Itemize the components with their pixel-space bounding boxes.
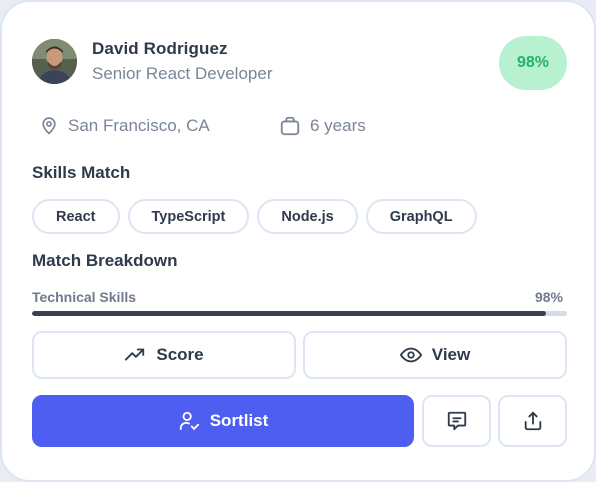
breakdown-progress-bar bbox=[32, 311, 567, 316]
skill-chip: TypeScript bbox=[127, 199, 250, 234]
skill-chip: React bbox=[32, 199, 120, 234]
breakdown-section-title: Match Breakdown bbox=[32, 251, 178, 270]
skill-chip: Node.js bbox=[257, 199, 358, 234]
score-button-label: Score bbox=[156, 345, 204, 364]
comment-button[interactable] bbox=[422, 395, 491, 447]
user-check-icon bbox=[179, 411, 199, 431]
sortlist-button-label: Sortlist bbox=[209, 411, 269, 430]
message-square-icon bbox=[447, 411, 466, 431]
candidate-title: Senior React Developer bbox=[92, 64, 273, 83]
breakdown-item-value: 98% bbox=[534, 289, 563, 305]
eye-icon bbox=[399, 347, 422, 363]
view-button[interactable]: View bbox=[303, 331, 567, 379]
skills-section-title: Skills Match bbox=[32, 163, 131, 182]
breakdown-item-label: Technical Skills bbox=[32, 289, 137, 305]
trending-up-icon bbox=[125, 348, 145, 361]
sortlist-button[interactable]: Sortlist bbox=[32, 395, 414, 447]
location-text: San Francisco, CA bbox=[68, 116, 210, 135]
avatar bbox=[32, 39, 77, 84]
share-icon bbox=[524, 411, 541, 431]
candidate-card: David Rodriguez Senior React Developer 9… bbox=[0, 0, 596, 482]
match-score-badge: 98% bbox=[499, 36, 567, 90]
skills-list: React TypeScript Node.js GraphQL bbox=[32, 199, 477, 234]
score-button[interactable]: Score bbox=[32, 331, 296, 379]
briefcase-icon bbox=[280, 116, 300, 136]
view-button-label: View bbox=[431, 345, 471, 364]
share-button[interactable] bbox=[498, 395, 567, 447]
location-info: San Francisco, CA bbox=[39, 114, 210, 138]
skill-chip: GraphQL bbox=[365, 199, 477, 234]
candidate-name: David Rodriguez bbox=[92, 39, 228, 58]
map-pin-icon bbox=[42, 117, 56, 135]
breakdown-progress-fill bbox=[32, 311, 546, 316]
experience-text: 6 years bbox=[310, 116, 366, 135]
experience-info: 6 years bbox=[279, 114, 366, 138]
